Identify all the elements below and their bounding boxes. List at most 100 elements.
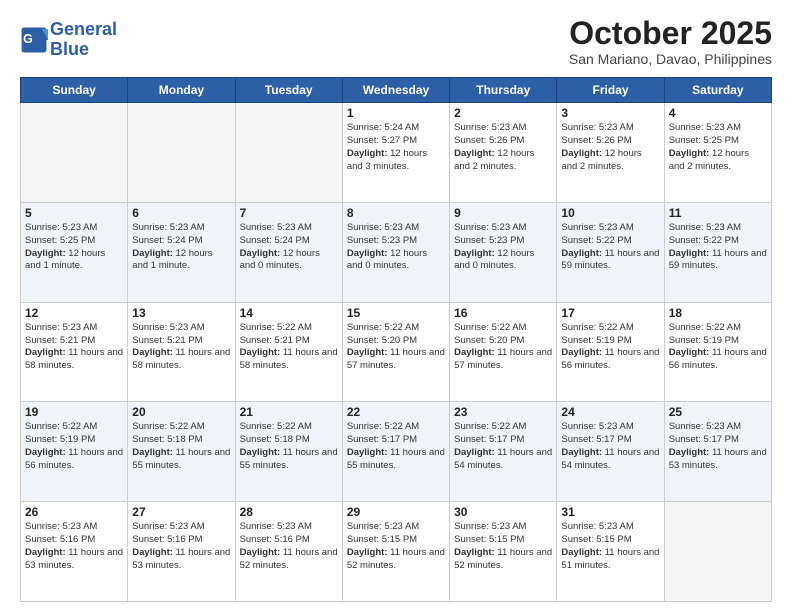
- day-number: 24: [561, 405, 659, 419]
- cell-text: Sunrise: 5:23 AMSunset: 5:17 PMDaylight:…: [669, 421, 767, 472]
- day-number: 27: [132, 505, 230, 519]
- logo-text: General Blue: [50, 20, 117, 60]
- cell-text: Sunrise: 5:23 AMSunset: 5:21 PMDaylight:…: [132, 322, 230, 373]
- calendar-cell: 6 Sunrise: 5:23 AMSunset: 5:24 PMDaylight…: [128, 202, 235, 302]
- cell-text: Sunrise: 5:23 AMSunset: 5:26 PMDaylight:…: [561, 122, 659, 173]
- weekday-header-row: SundayMondayTuesdayWednesdayThursdayFrid…: [21, 78, 772, 103]
- weekday-header-friday: Friday: [557, 78, 664, 103]
- calendar-cell: 2 Sunrise: 5:23 AMSunset: 5:26 PMDaylight…: [450, 103, 557, 203]
- title-block: October 2025 San Mariano, Davao, Philipp…: [569, 16, 772, 67]
- day-number: 9: [454, 206, 552, 220]
- calendar-cell: 15 Sunrise: 5:22 AMSunset: 5:20 PMDayligh…: [342, 302, 449, 402]
- cell-text: Sunrise: 5:23 AMSunset: 5:24 PMDaylight:…: [240, 222, 338, 273]
- cell-text: Sunrise: 5:24 AMSunset: 5:27 PMDaylight:…: [347, 122, 445, 173]
- cell-text: Sunrise: 5:23 AMSunset: 5:23 PMDaylight:…: [347, 222, 445, 273]
- calendar-cell: 29 Sunrise: 5:23 AMSunset: 5:15 PMDayligh…: [342, 502, 449, 602]
- calendar-week-row: 19Sunrise: 5:22 AMSunset: 5:19 PMDayligh…: [21, 402, 772, 502]
- calendar-cell: 16Sunrise: 5:22 AMSunset: 5:20 PMDayligh…: [450, 302, 557, 402]
- day-number: 31: [561, 505, 659, 519]
- cell-text: Sunrise: 5:23 AMSunset: 5:23 PMDaylight:…: [454, 222, 552, 273]
- cell-text: Sunrise: 5:23 AMSunset: 5:26 PMDaylight:…: [454, 122, 552, 173]
- calendar-cell: 30Sunrise: 5:23 AMSunset: 5:15 PMDayligh…: [450, 502, 557, 602]
- day-number: 11: [669, 206, 767, 220]
- day-number: 4: [669, 106, 767, 120]
- day-number: 12: [25, 306, 123, 320]
- day-number: 15: [347, 306, 445, 320]
- cell-text: Sunrise: 5:23 AMSunset: 5:15 PMDaylight:…: [561, 521, 659, 572]
- cell-text: Sunrise: 5:22 AMSunset: 5:17 PMDaylight:…: [347, 421, 445, 472]
- day-number: 23: [454, 405, 552, 419]
- cell-text: Sunrise: 5:22 AMSunset: 5:20 PMDaylight:…: [347, 322, 445, 373]
- cell-text: Sunrise: 5:23 AMSunset: 5:22 PMDaylight:…: [561, 222, 659, 273]
- calendar-cell: 4 Sunrise: 5:23 AMSunset: 5:25 PMDaylight…: [664, 103, 771, 203]
- month-title: October 2025: [569, 16, 772, 51]
- calendar-cell: 20 Sunrise: 5:22 AMSunset: 5:18 PMDayligh…: [128, 402, 235, 502]
- calendar-table: SundayMondayTuesdayWednesdayThursdayFrid…: [20, 77, 772, 602]
- logo-icon: G: [20, 26, 48, 54]
- cell-text: Sunrise: 5:23 AMSunset: 5:15 PMDaylight:…: [347, 521, 445, 572]
- day-number: 13: [132, 306, 230, 320]
- calendar-cell: [128, 103, 235, 203]
- calendar-week-row: 1Sunrise: 5:24 AMSunset: 5:27 PMDaylight…: [21, 103, 772, 203]
- weekday-header-saturday: Saturday: [664, 78, 771, 103]
- logo-line1: General: [50, 20, 117, 40]
- day-number: 8: [347, 206, 445, 220]
- day-number: 17: [561, 306, 659, 320]
- day-number: 14: [240, 306, 338, 320]
- calendar-cell: 11Sunrise: 5:23 AMSunset: 5:22 PMDayligh…: [664, 202, 771, 302]
- cell-text: Sunrise: 5:23 AMSunset: 5:25 PMDaylight:…: [25, 222, 123, 273]
- calendar-cell: 19Sunrise: 5:22 AMSunset: 5:19 PMDayligh…: [21, 402, 128, 502]
- cell-text: Sunrise: 5:22 AMSunset: 5:19 PMDaylight:…: [561, 322, 659, 373]
- calendar-cell: 28 Sunrise: 5:23 AMSunset: 5:16 PMDayligh…: [235, 502, 342, 602]
- calendar-cell: 8 Sunrise: 5:23 AMSunset: 5:23 PMDaylight…: [342, 202, 449, 302]
- day-number: 26: [25, 505, 123, 519]
- calendar-cell: [235, 103, 342, 203]
- location-subtitle: San Mariano, Davao, Philippines: [569, 51, 772, 67]
- calendar-cell: 5 Sunrise: 5:23 AMSunset: 5:25 PMDaylight…: [21, 202, 128, 302]
- calendar-cell: 22 Sunrise: 5:22 AMSunset: 5:17 PMDayligh…: [342, 402, 449, 502]
- calendar-cell: 1Sunrise: 5:24 AMSunset: 5:27 PMDaylight…: [342, 103, 449, 203]
- cell-text: Sunrise: 5:22 AMSunset: 5:18 PMDaylight:…: [132, 421, 230, 472]
- day-number: 30: [454, 505, 552, 519]
- day-number: 29: [347, 505, 445, 519]
- cell-text: Sunrise: 5:23 AMSunset: 5:16 PMDaylight:…: [240, 521, 338, 572]
- day-number: 18: [669, 306, 767, 320]
- day-number: 6: [132, 206, 230, 220]
- weekday-header-tuesday: Tuesday: [235, 78, 342, 103]
- cell-text: Sunrise: 5:23 AMSunset: 5:24 PMDaylight:…: [132, 222, 230, 273]
- weekday-header-monday: Monday: [128, 78, 235, 103]
- day-number: 16: [454, 306, 552, 320]
- day-number: 2: [454, 106, 552, 120]
- calendar-cell: 31 Sunrise: 5:23 AMSunset: 5:15 PMDayligh…: [557, 502, 664, 602]
- day-number: 7: [240, 206, 338, 220]
- calendar-cell: [664, 502, 771, 602]
- weekday-header-sunday: Sunday: [21, 78, 128, 103]
- day-number: 22: [347, 405, 445, 419]
- day-number: 10: [561, 206, 659, 220]
- calendar-cell: 3Sunrise: 5:23 AMSunset: 5:26 PMDaylight…: [557, 103, 664, 203]
- day-number: 20: [132, 405, 230, 419]
- cell-text: Sunrise: 5:23 AMSunset: 5:16 PMDaylight:…: [25, 521, 123, 572]
- cell-text: Sunrise: 5:23 AMSunset: 5:16 PMDaylight:…: [132, 521, 230, 572]
- calendar-cell: 9 Sunrise: 5:23 AMSunset: 5:23 PMDaylight…: [450, 202, 557, 302]
- calendar-cell: 18 Sunrise: 5:22 AMSunset: 5:19 PMDayligh…: [664, 302, 771, 402]
- svg-text:G: G: [23, 32, 33, 46]
- calendar-cell: 14Sunrise: 5:22 AMSunset: 5:21 PMDayligh…: [235, 302, 342, 402]
- logo-line2: Blue: [50, 40, 117, 60]
- calendar-cell: [21, 103, 128, 203]
- cell-text: Sunrise: 5:23 AMSunset: 5:17 PMDaylight:…: [561, 421, 659, 472]
- day-number: 5: [25, 206, 123, 220]
- calendar-week-row: 26 Sunrise: 5:23 AMSunset: 5:16 PMDayligh…: [21, 502, 772, 602]
- calendar-cell: 10 Sunrise: 5:23 AMSunset: 5:22 PMDayligh…: [557, 202, 664, 302]
- cell-text: Sunrise: 5:22 AMSunset: 5:19 PMDaylight:…: [669, 322, 767, 373]
- day-number: 28: [240, 505, 338, 519]
- cell-text: Sunrise: 5:23 AMSunset: 5:25 PMDaylight:…: [669, 122, 767, 173]
- cell-text: Sunrise: 5:22 AMSunset: 5:19 PMDaylight:…: [25, 421, 123, 472]
- calendar-cell: 26 Sunrise: 5:23 AMSunset: 5:16 PMDayligh…: [21, 502, 128, 602]
- cell-text: Sunrise: 5:23 AMSunset: 5:21 PMDaylight:…: [25, 322, 123, 373]
- calendar-cell: 23Sunrise: 5:22 AMSunset: 5:17 PMDayligh…: [450, 402, 557, 502]
- calendar-cell: 17 Sunrise: 5:22 AMSunset: 5:19 PMDayligh…: [557, 302, 664, 402]
- page: G General Blue October 2025 San Mariano,…: [0, 0, 792, 612]
- calendar-week-row: 12 Sunrise: 5:23 AMSunset: 5:21 PMDayligh…: [21, 302, 772, 402]
- logo: G General Blue: [20, 20, 117, 60]
